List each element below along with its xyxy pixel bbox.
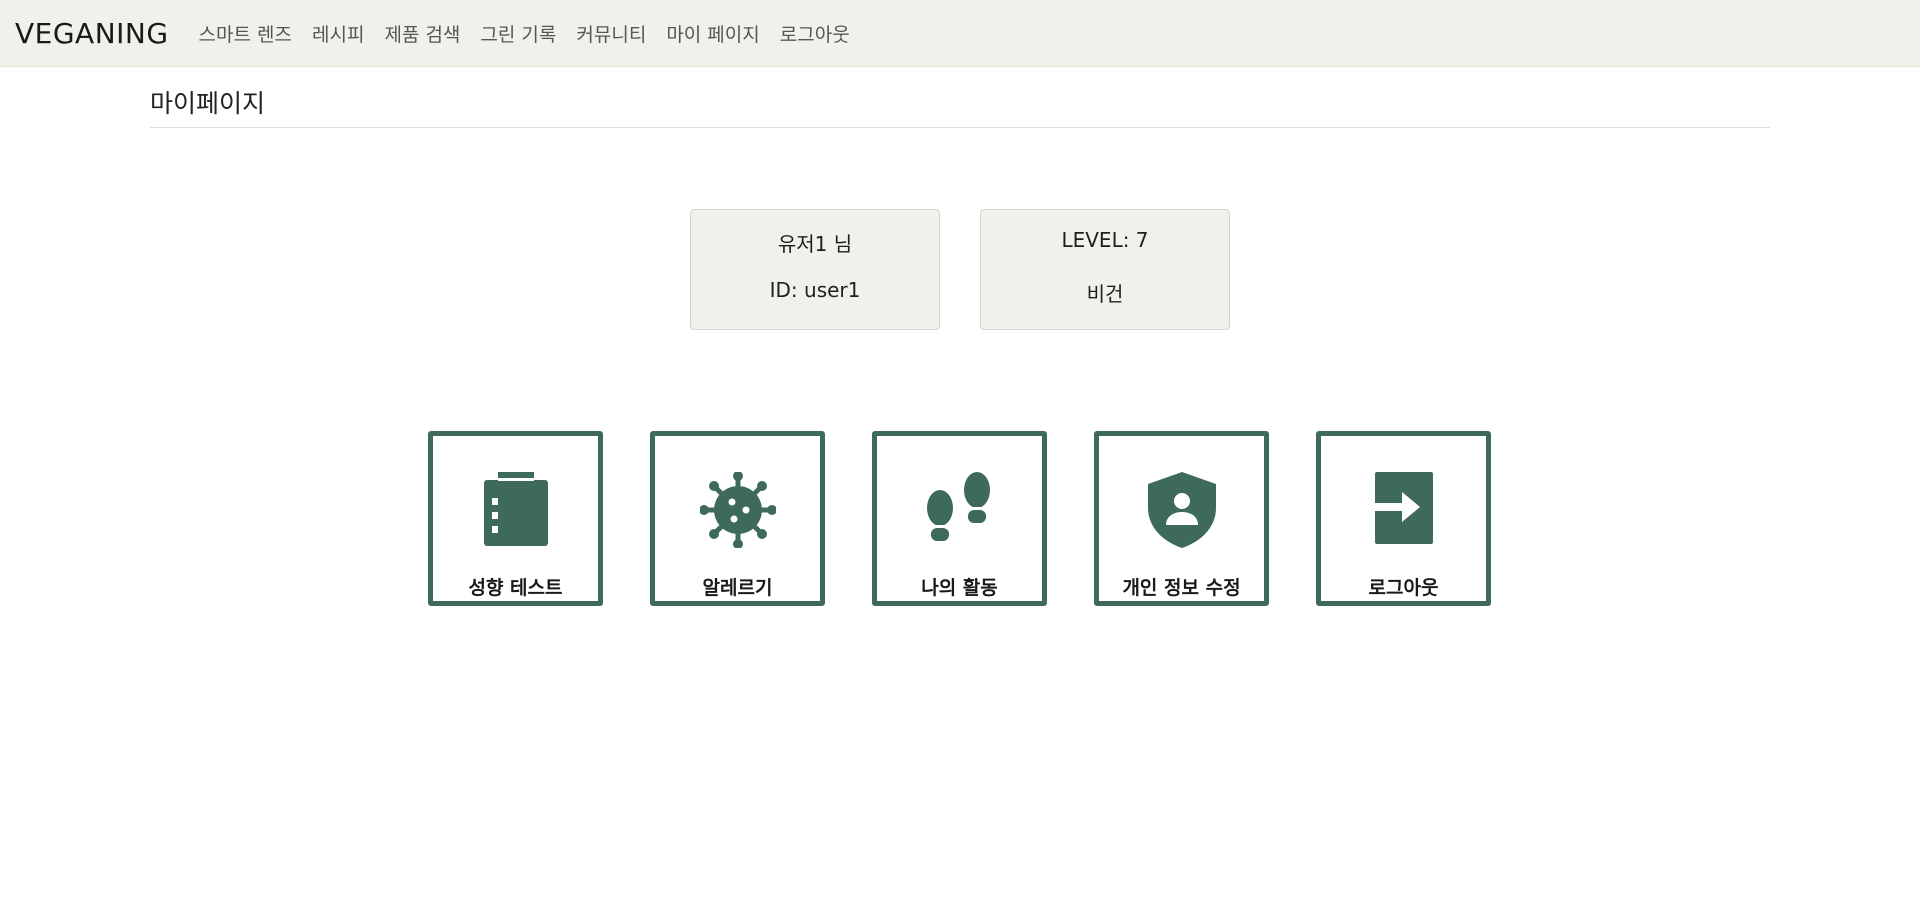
level-info-card: LEVEL: 7 비건 [980,209,1230,330]
tile-edit-profile[interactable]: 개인 정보 수정 [1094,431,1269,606]
user-level: LEVEL: 7 [1061,228,1149,252]
nav-link-my-page[interactable]: 마이 페이지 [656,20,769,47]
top-navbar: VEGANING 스마트 렌즈 레시피 제품 검색 그린 기록 커뮤니티 마이 … [0,0,1920,67]
brand-logo[interactable]: VEGANING [15,17,169,50]
nav-link-green-record[interactable]: 그린 기록 [470,20,566,47]
clipboard-icon [483,472,548,546]
virus-icon [699,472,776,548]
tile-label: 개인 정보 수정 [1122,577,1241,599]
user-name: 유저1 님 [777,232,853,256]
nav-link-recipe[interactable]: 레시피 [302,20,374,47]
tile-allergy[interactable]: 알레르기 [650,431,825,606]
user-diet-type: 비건 [1086,282,1124,306]
user-info-card: 유저1 님 ID: user1 [690,209,940,330]
page-title: 마이페이지 [150,89,266,118]
nav-link-logout[interactable]: 로그아웃 [770,20,860,47]
logout-icon [1374,472,1433,544]
nav-link-smart-lens[interactable]: 스마트 렌즈 [189,20,302,47]
nav-link-product-search[interactable]: 제품 검색 [374,20,470,47]
nav-links: 스마트 렌즈 레시피 제품 검색 그린 기록 커뮤니티 마이 페이지 로그아웃 [189,20,860,47]
title-divider [150,127,1770,128]
tile-label: 알레르기 [702,577,773,599]
footprints-icon [926,472,990,541]
tile-label: 로그아웃 [1368,577,1439,599]
shield-person-icon [1147,472,1216,548]
tile-logout[interactable]: 로그아웃 [1316,431,1491,606]
user-id: ID: user1 [769,278,861,302]
tile-my-activity[interactable]: 나의 활동 [872,431,1047,606]
tile-label: 나의 활동 [921,577,998,599]
nav-link-community[interactable]: 커뮤니티 [566,20,656,47]
tile-label: 성향 테스트 [468,577,563,599]
tile-personality-test[interactable]: 성향 테스트 [428,431,603,606]
